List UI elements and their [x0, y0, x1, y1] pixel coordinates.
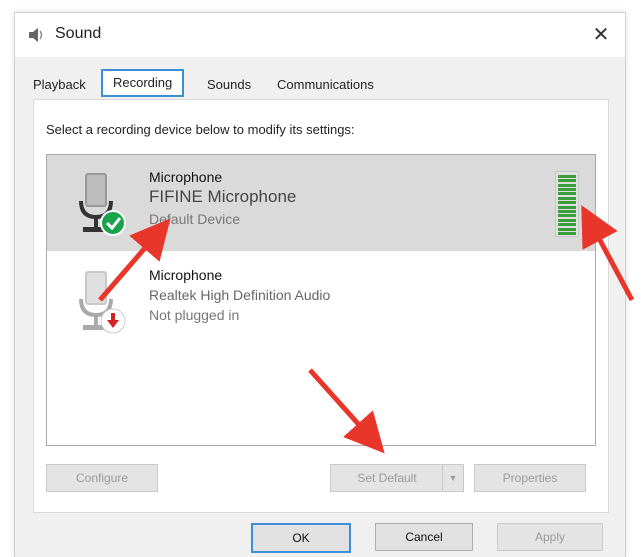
recording-panel: Select a recording device below to modif…: [33, 99, 609, 513]
instruction-text: Select a recording device below to modif…: [46, 122, 355, 137]
microphone-icon: [79, 271, 126, 334]
window-title: Sound: [55, 25, 102, 42]
level-segment: [558, 210, 576, 213]
device-item-fifine[interactable]: Microphone FIFINE Microphone Default Dev…: [47, 155, 595, 251]
device-description: FIFINE Microphone: [149, 187, 297, 206]
device-status: Default Device: [149, 211, 241, 227]
device-name: Microphone: [149, 267, 223, 283]
check-badge-icon: [100, 210, 126, 236]
ok-button[interactable]: OK: [251, 523, 351, 553]
level-segment: [558, 218, 576, 222]
device-item-realtek[interactable]: Microphone Realtek High Definition Audio…: [47, 253, 595, 349]
speaker-icon: [29, 28, 43, 42]
title-bar: Sound ✕: [15, 13, 625, 57]
set-default-label: Set Default: [357, 471, 417, 485]
level-segment: [558, 183, 576, 187]
level-segment: [558, 196, 576, 200]
device-description: Realtek High Definition Audio: [149, 287, 331, 303]
chevron-down-icon[interactable]: ▼: [442, 465, 463, 491]
level-segment: [558, 232, 576, 235]
configure-button[interactable]: Configure: [46, 464, 158, 492]
tab-playback[interactable]: Playback: [29, 75, 90, 94]
tab-recording[interactable]: Recording: [101, 69, 185, 97]
sound-dialog: Sound ✕ Playback Recording Sounds Commun…: [14, 12, 626, 557]
apply-button[interactable]: Apply: [497, 523, 603, 551]
microphone-icon: [79, 173, 126, 236]
cancel-button[interactable]: Cancel: [375, 523, 473, 551]
level-segment: [558, 174, 576, 178]
level-segment: [558, 214, 576, 218]
close-button[interactable]: ✕: [577, 13, 625, 57]
tab-strip: Playback Recording Sounds Communications: [15, 69, 625, 99]
level-segment: [558, 205, 576, 209]
device-name: Microphone: [149, 169, 223, 185]
level-segment: [558, 188, 576, 191]
tab-communications[interactable]: Communications: [273, 75, 378, 94]
level-segment: [558, 227, 576, 231]
device-list: Microphone FIFINE Microphone Default Dev…: [46, 154, 596, 446]
level-segment: [558, 192, 576, 196]
level-segment: [558, 179, 576, 183]
close-icon: ✕: [592, 24, 610, 46]
level-segment: [558, 223, 576, 227]
level-segment: [558, 201, 576, 205]
tab-sounds[interactable]: Sounds: [203, 75, 255, 94]
level-meter: [555, 171, 579, 237]
properties-button[interactable]: Properties: [474, 464, 586, 492]
unplugged-badge-icon: [100, 308, 126, 334]
set-default-button[interactable]: Set Default ▼: [330, 464, 464, 492]
device-status: Not plugged in: [149, 307, 240, 323]
